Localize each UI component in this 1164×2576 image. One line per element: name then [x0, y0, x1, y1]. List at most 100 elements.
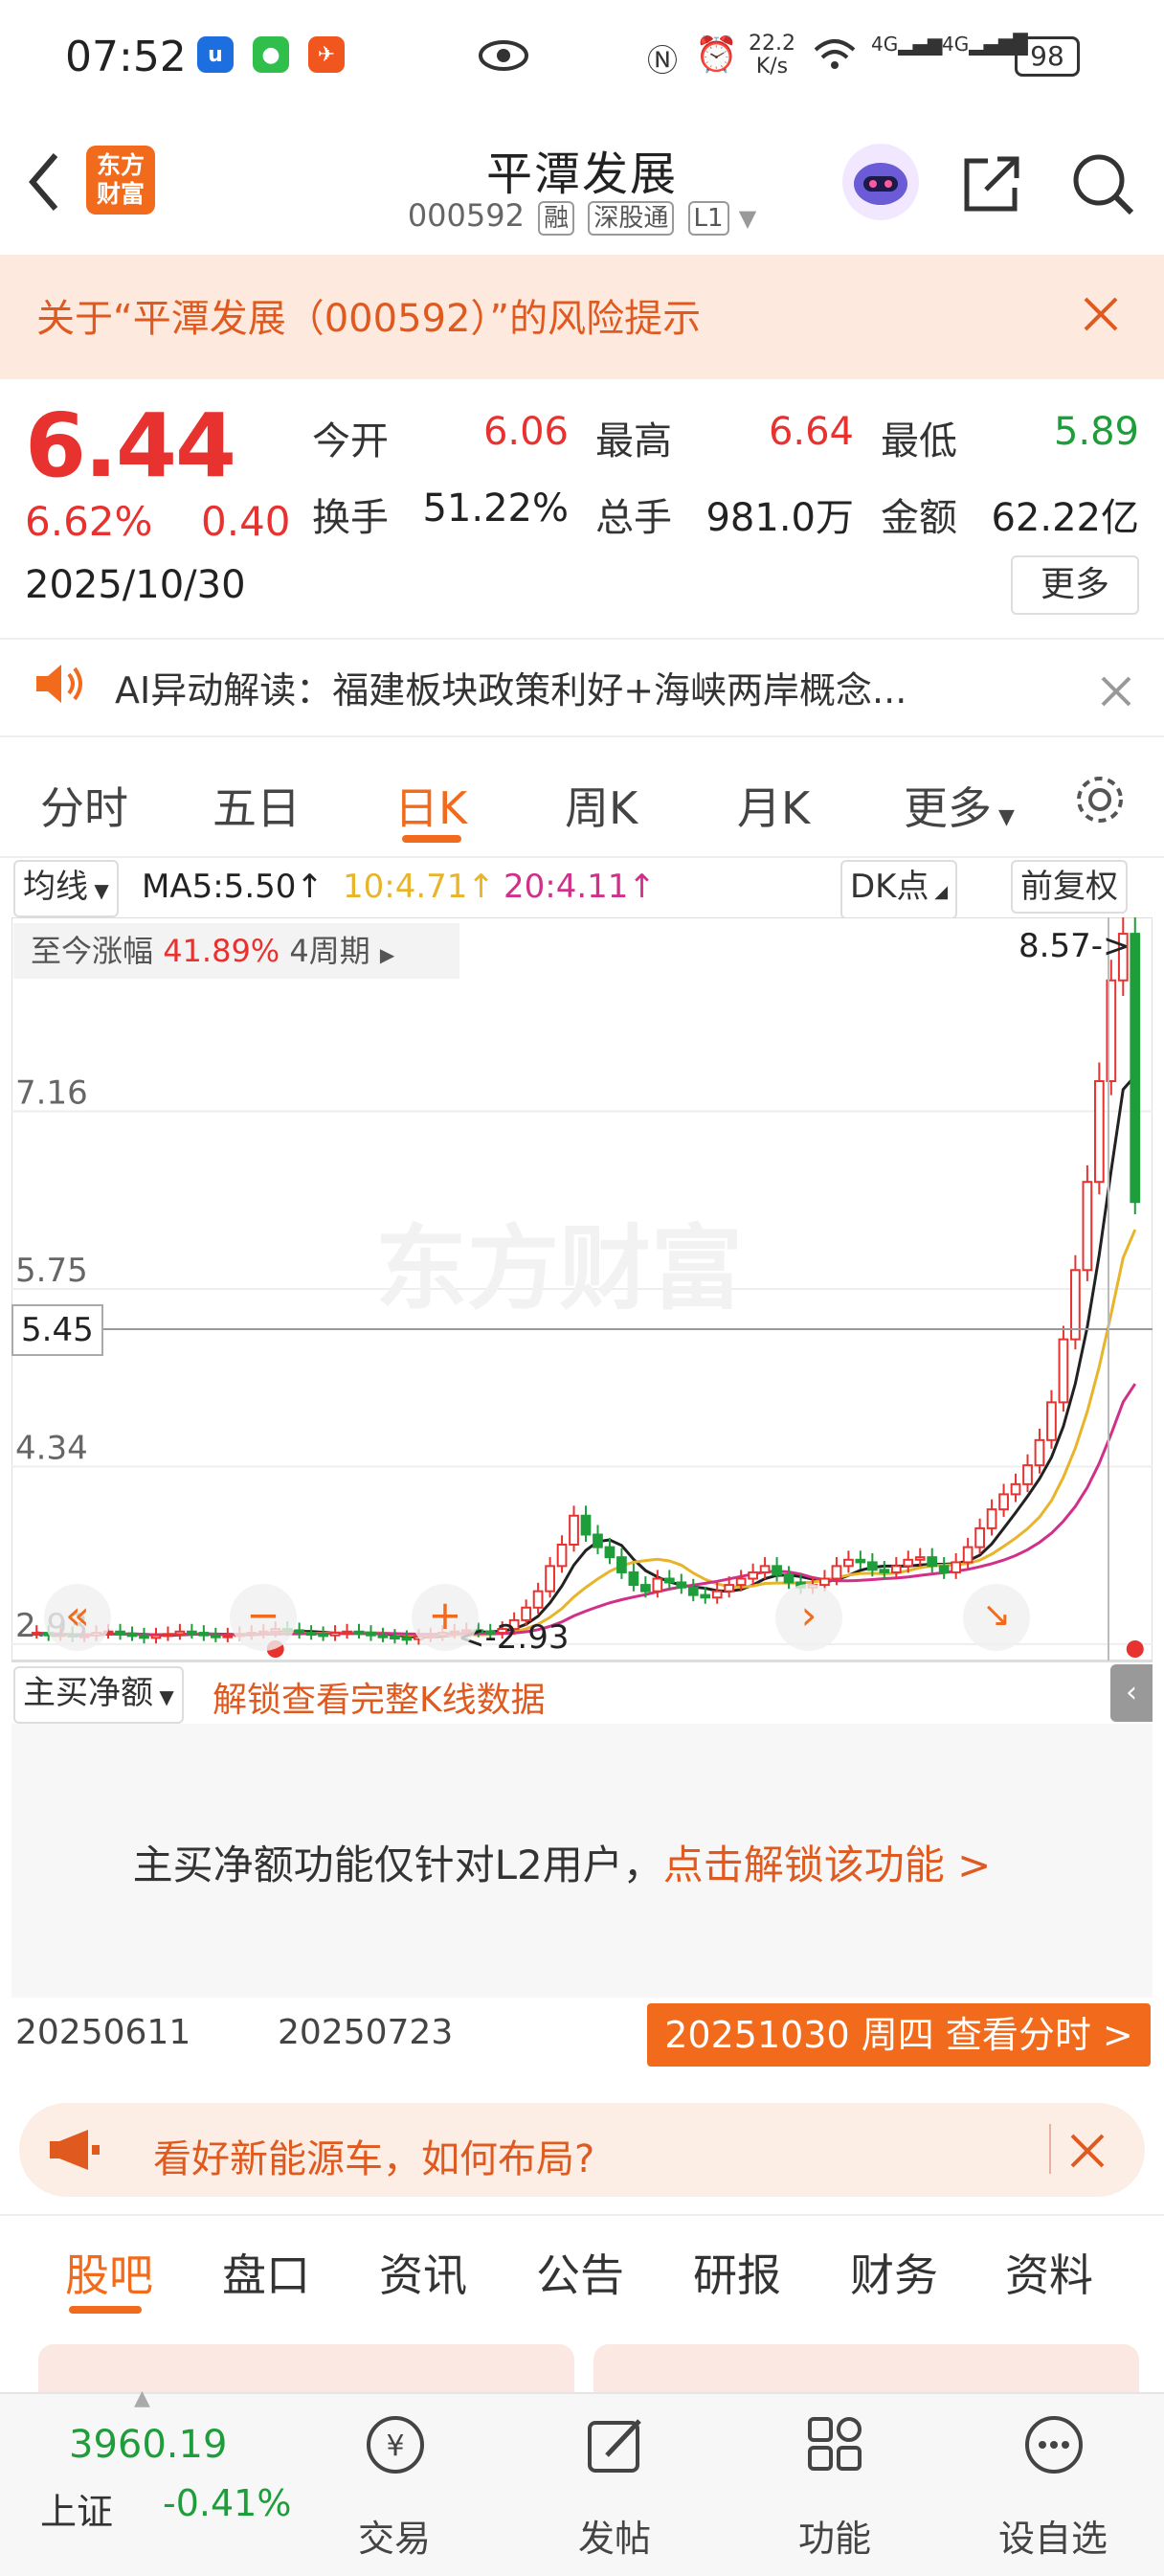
candle	[556, 1543, 568, 1568]
candle	[150, 1634, 162, 1639]
tab-weekly-k[interactable]: 周K	[565, 774, 638, 837]
tab-announcements[interactable]: 公告	[536, 2241, 624, 2304]
tab-daily-k[interactable]: 日K	[394, 774, 467, 837]
tab-forum[interactable]: 股吧	[65, 2241, 153, 2304]
change-percent: 6.62%	[25, 498, 153, 545]
volume-label: 总手	[595, 496, 672, 540]
nav-add-watchlist[interactable]: 设自选	[976, 2509, 1130, 2562]
ai-assistant-icon[interactable]	[842, 144, 919, 220]
candle	[640, 1584, 651, 1593]
scroll-right-icon[interactable]: ›	[775, 1584, 842, 1651]
candle	[927, 1556, 938, 1568]
low-value: 5.89	[1053, 410, 1139, 454]
candle	[222, 1634, 234, 1638]
nav-trade[interactable]: 交易	[318, 2509, 471, 2562]
zoom-in-icon[interactable]: +	[412, 1584, 479, 1651]
candle	[318, 1633, 328, 1638]
x-axis-start-date: 20250611	[15, 2013, 191, 2052]
popularity-card[interactable]	[38, 2344, 574, 2392]
period-label: 4周期	[289, 933, 370, 969]
index-value[interactable]: 3960.19	[69, 2423, 227, 2467]
candle	[748, 1570, 758, 1580]
search-icon[interactable]	[1070, 151, 1135, 220]
watermark: 东方财富	[375, 1215, 743, 1322]
megaphone-icon	[46, 2126, 103, 2178]
gain-label: 至今涨幅	[31, 933, 154, 969]
candle	[700, 1593, 711, 1599]
reset-icon[interactable]: ↘	[963, 1584, 1030, 1651]
candle	[580, 1514, 592, 1536]
tab-orderbook[interactable]: 盘口	[222, 2241, 310, 2304]
zoom-out-icon[interactable]: −	[230, 1584, 297, 1651]
nav-function[interactable]: 功能	[758, 2509, 911, 2562]
tag-margin: 融	[538, 201, 575, 236]
trade-icon[interactable]: ¥	[364, 2413, 427, 2480]
tab-more[interactable]: 更多 ▼	[904, 774, 1015, 837]
candle	[903, 1558, 914, 1568]
candle	[1034, 1438, 1045, 1467]
tab-finance[interactable]: 财务	[850, 2241, 938, 2304]
scroll-left-icon[interactable]: «	[44, 1584, 111, 1651]
unlock-kline-link[interactable]: 解锁查看完整K线数据	[213, 1672, 546, 1722]
tab-research[interactable]: 研报	[693, 2241, 781, 2304]
wifi-icon	[812, 34, 858, 77]
wechat-icon: ●	[253, 36, 289, 73]
close-icon[interactable]	[1080, 293, 1122, 339]
tab-news[interactable]: 资讯	[379, 2241, 467, 2304]
long-short-card[interactable]	[593, 2344, 1139, 2392]
candle	[377, 1634, 389, 1638]
pull-up-icon[interactable]: ▲	[134, 2386, 150, 2410]
stock-code: 000592	[407, 197, 525, 234]
candle	[687, 1586, 699, 1596]
more-quote-button[interactable]: 更多	[1011, 555, 1139, 615]
unlock-function-link[interactable]: 点击解锁该功能 >	[663, 1842, 992, 1888]
turnover-label: 换手	[312, 496, 389, 540]
cards-strip	[0, 2325, 1164, 2392]
candle	[353, 1630, 365, 1635]
ma-selector[interactable]: 均线 ▼	[13, 860, 119, 917]
alarm-icon: ⏰	[695, 35, 738, 75]
index-change[interactable]: -0.41%	[163, 2482, 291, 2524]
candle	[914, 1556, 926, 1561]
candle	[974, 1526, 985, 1548]
period-gain-box[interactable]: 至今涨幅 41.89% 4周期 ▶	[13, 923, 459, 979]
quote-date: 2025/10/30	[25, 563, 246, 607]
view-intraday-button[interactable]: 20251030 周四 查看分时 >	[647, 2003, 1151, 2067]
svg-text:¥: ¥	[386, 2429, 404, 2463]
post-icon[interactable]	[584, 2413, 647, 2480]
dk-point-selector[interactable]: DK点 ◢	[840, 860, 958, 919]
candle	[305, 1632, 317, 1637]
tab-profile[interactable]: 资料	[1005, 2241, 1093, 2304]
candle	[366, 1632, 376, 1637]
candle	[593, 1533, 603, 1548]
close-icon[interactable]	[1068, 2132, 1107, 2174]
ai-insight-text[interactable]: AI异动解读：福建板块政策利好+海峡两岸概念...	[115, 661, 907, 713]
candle	[604, 1546, 616, 1559]
candle	[998, 1493, 1009, 1511]
watchlist-icon[interactable]	[1022, 2413, 1086, 2480]
nav-post[interactable]: 发帖	[538, 2509, 691, 2562]
indicator-selector[interactable]: 主买净额 ▼	[13, 1666, 184, 1724]
function-icon[interactable]	[804, 2413, 867, 2480]
close-icon[interactable]	[1099, 674, 1133, 712]
candle	[163, 1633, 173, 1638]
candle	[342, 1630, 352, 1635]
tab-five-day[interactable]: 五日	[213, 774, 301, 837]
candle	[545, 1565, 555, 1593]
kline-chart[interactable]: 东方财富 7.165.754.342.93	[11, 917, 1153, 1661]
risk-banner-text[interactable]: 关于“平潭发展（000592）”的风险提示	[36, 287, 701, 343]
status-time: 07:52	[65, 33, 187, 81]
share-icon[interactable]	[961, 153, 1022, 218]
change-amount: 0.40	[201, 498, 291, 545]
promo-text[interactable]: 看好新能源车，如何布局?	[153, 2128, 594, 2183]
index-name[interactable]: 上证	[40, 2482, 113, 2535]
candle	[174, 1630, 186, 1636]
tab-monthly-k[interactable]: 月K	[737, 774, 810, 837]
adjust-selector[interactable]: 前复权	[1011, 860, 1128, 914]
y-tick-label: 5.75	[15, 1252, 88, 1290]
gear-icon[interactable]	[1072, 772, 1128, 831]
indicator-message: 主买净额功能仅针对L2用户，点击解锁该功能 >	[11, 1833, 1112, 1891]
candle	[616, 1556, 627, 1573]
candle	[783, 1573, 795, 1584]
tab-intraday[interactable]: 分时	[40, 774, 128, 837]
